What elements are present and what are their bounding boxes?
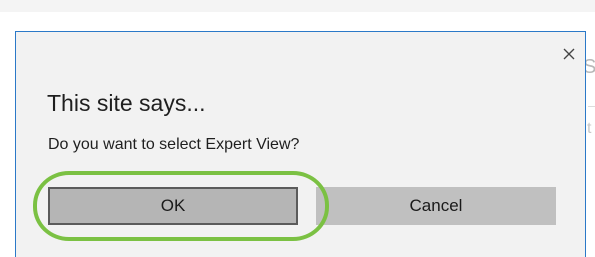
cancel-button[interactable]: Cancel: [316, 187, 556, 225]
cancel-button-label: Cancel: [409, 196, 463, 215]
background-strip: [0, 0, 595, 12]
close-icon: [563, 48, 575, 60]
close-button[interactable]: [556, 41, 582, 67]
page: S t This site says... Do you want to sel…: [0, 0, 595, 257]
alert-dialog: This site says... Do you want to select …: [15, 31, 586, 257]
dialog-message: Do you want to select Expert View?: [48, 136, 300, 153]
background-divider: [588, 106, 595, 107]
background-text-fragment-2: t: [587, 120, 592, 137]
dialog-title: This site says...: [47, 90, 206, 116]
ok-button[interactable]: OK: [48, 187, 298, 225]
ok-button-label: OK: [160, 196, 186, 215]
